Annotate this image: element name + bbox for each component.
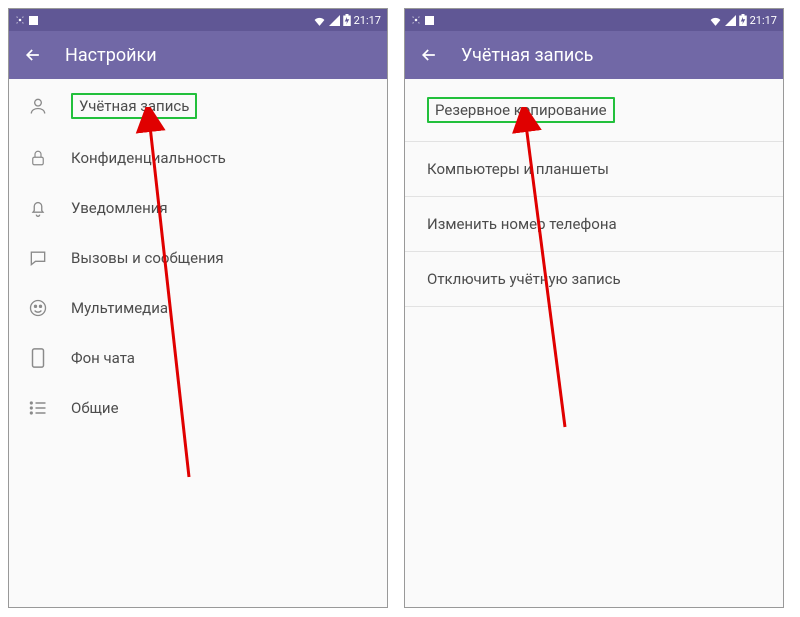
status-time: 21:17 (750, 14, 777, 27)
account-item-deactivate[interactable]: Отключить учётную запись (405, 252, 783, 307)
settings-item-label: Учётная запись (71, 93, 197, 119)
settings-item-label: Общие (71, 399, 119, 417)
account-item-change-number[interactable]: Изменить номер телефона (405, 197, 783, 252)
account-item-backup[interactable]: Резервное копирование (405, 79, 783, 142)
account-item-label: Отключить учётную запись (427, 270, 621, 288)
settings-list: Учётная запись Конфиденциальность Уведом… (9, 79, 387, 607)
media-icon (27, 297, 49, 319)
lock-icon (27, 147, 49, 169)
settings-item-label: Фон чата (71, 349, 135, 367)
account-item-devices[interactable]: Компьютеры и планшеты (405, 142, 783, 197)
wifi-icon (313, 15, 326, 26)
account-item-label: Компьютеры и планшеты (427, 160, 609, 178)
user-icon (27, 95, 49, 117)
status-time: 21:17 (354, 14, 381, 27)
app-indicator-icon (425, 16, 434, 25)
status-bar: 21:17 (9, 9, 387, 31)
hotspot-icon (15, 15, 25, 25)
back-icon[interactable] (419, 45, 439, 65)
toolbar-title: Настройки (65, 45, 157, 66)
settings-item-privacy[interactable]: Конфиденциальность (9, 133, 387, 183)
signal-icon (329, 15, 340, 26)
account-list: Резервное копирование Компьютеры и планш… (405, 79, 783, 607)
settings-item-label: Мультимедиа (71, 299, 168, 317)
settings-item-general[interactable]: Общие (9, 383, 387, 433)
battery-icon (739, 14, 747, 26)
status-bar: 21:17 (405, 9, 783, 31)
settings-item-label: Вызовы и сообщения (71, 249, 224, 267)
signal-icon (725, 15, 736, 26)
settings-item-account[interactable]: Учётная запись (9, 79, 387, 133)
phone-screen-settings: 21:17 Настройки Учётная запись Конфиденц… (8, 8, 388, 608)
account-item-label: Резервное копирование (427, 97, 615, 123)
battery-icon (343, 14, 351, 26)
toolbar-title: Учётная запись (461, 45, 593, 66)
wifi-icon (709, 15, 722, 26)
settings-item-calls[interactable]: Вызовы и сообщения (9, 233, 387, 283)
bell-icon (27, 197, 49, 219)
chat-icon (27, 247, 49, 269)
settings-item-notifications[interactable]: Уведомления (9, 183, 387, 233)
settings-item-media[interactable]: Мультимедиа (9, 283, 387, 333)
settings-item-background[interactable]: Фон чата (9, 333, 387, 383)
settings-item-label: Уведомления (71, 199, 168, 217)
phone-screen-account: 21:17 Учётная запись Резервное копирован… (404, 8, 784, 608)
back-icon[interactable] (23, 45, 43, 65)
app-indicator-icon (29, 16, 38, 25)
list-icon (27, 397, 49, 419)
account-item-label: Изменить номер телефона (427, 215, 617, 233)
toolbar: Учётная запись (405, 31, 783, 79)
toolbar: Настройки (9, 31, 387, 79)
settings-item-label: Конфиденциальность (71, 149, 226, 167)
phone-bg-icon (27, 347, 49, 369)
hotspot-icon (411, 15, 421, 25)
